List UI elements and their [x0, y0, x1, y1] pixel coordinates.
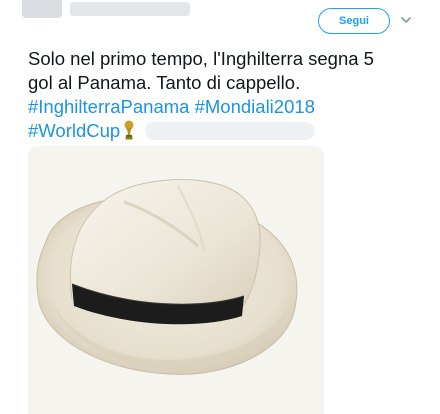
tweet-text: Solo nel primo tempo, l'Inghilterra segn… — [28, 47, 428, 143]
author-name-blurred[interactable] — [70, 2, 190, 16]
follow-button[interactable]: Segui — [318, 8, 390, 34]
tweet-header: Segui — [0, 0, 440, 38]
chevron-down-icon[interactable] — [398, 12, 414, 28]
tweet-text-line-1: Solo nel primo tempo, l'Inghilterra segn… — [28, 48, 374, 69]
hashtag-worldcup[interactable]: #WorldCup — [28, 120, 120, 141]
hashtag-mondiali2018[interactable]: #Mondiali2018 — [195, 96, 315, 117]
hashtag-inghilterra-panama[interactable]: #InghilterraPanama — [28, 96, 189, 117]
mention-blurred[interactable] — [145, 122, 316, 140]
tweet-image[interactable] — [28, 146, 324, 414]
tweet-text-line-2: gol al Panama. Tanto di cappello. — [28, 72, 301, 93]
hashtag-line-1: #InghilterraPanama #Mondiali2018 — [28, 95, 428, 119]
panama-hat-image — [28, 146, 324, 414]
world-cup-trophy-icon — [124, 120, 134, 140]
hashtag-line-2: #WorldCup — [28, 119, 428, 143]
avatar[interactable] — [22, 0, 62, 18]
